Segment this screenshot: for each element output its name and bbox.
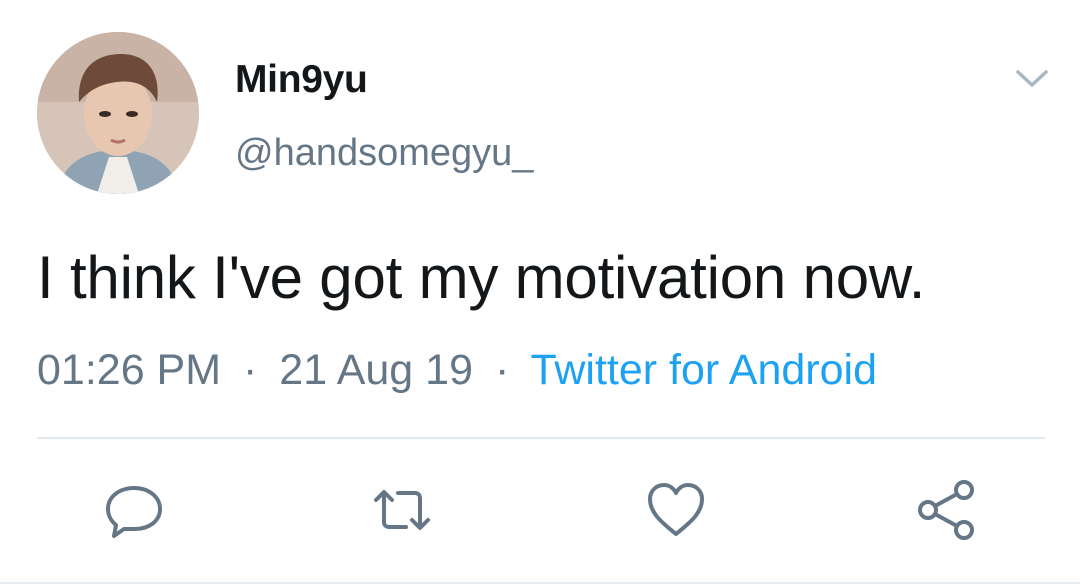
bottom-border bbox=[0, 582, 1080, 584]
tweet-text: I think I've got my motivation now. bbox=[37, 244, 926, 311]
tweet-date: 21 Aug 19 bbox=[279, 346, 473, 394]
avatar-image bbox=[37, 32, 199, 194]
heart-icon[interactable] bbox=[644, 478, 708, 542]
meta-separator: · bbox=[494, 346, 510, 394]
tweet-source-link[interactable]: Twitter for Android bbox=[530, 346, 877, 394]
tweet-time: 01:26 PM bbox=[37, 346, 222, 394]
display-name[interactable]: Min9yu bbox=[235, 58, 368, 102]
avatar[interactable] bbox=[37, 32, 199, 194]
reply-icon[interactable] bbox=[102, 478, 166, 542]
share-icon[interactable] bbox=[914, 478, 978, 542]
tweet-metadata: 01:26 PM · 21 Aug 19 · Twitter for Andro… bbox=[37, 346, 877, 395]
divider bbox=[37, 437, 1045, 439]
meta-separator: · bbox=[243, 346, 258, 394]
retweet-icon[interactable] bbox=[370, 478, 434, 542]
chevron-down-icon[interactable] bbox=[1012, 64, 1052, 92]
user-handle[interactable]: @handsomegyu_ bbox=[235, 132, 533, 175]
